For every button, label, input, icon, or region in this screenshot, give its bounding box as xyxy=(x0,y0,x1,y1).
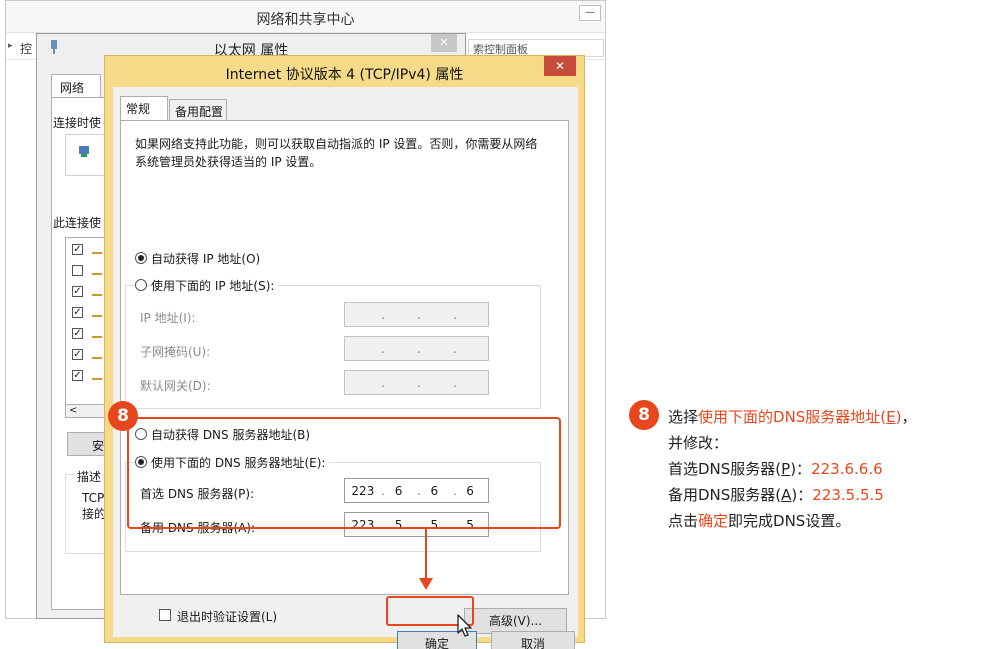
highlight-text: 使用下面的DNS服务器地址(E) xyxy=(698,408,902,426)
arrow-down-icon xyxy=(419,578,433,590)
component-checkbox[interactable]: ✓ xyxy=(72,244,83,255)
component-checkbox[interactable]: ✓ xyxy=(72,328,83,339)
octet-separator: . xyxy=(381,341,385,356)
install-button[interactable]: 安 xyxy=(67,432,107,456)
access-key: P xyxy=(781,460,791,478)
tab-alternate-config[interactable]: 备用配置 xyxy=(169,99,227,121)
chevron-right-icon[interactable]: ▸ xyxy=(8,41,13,51)
text-fragment: 选择 xyxy=(668,408,699,426)
items-list[interactable]: ✓ ✓ ✓ ✓ ✓ ✓ xyxy=(65,237,107,417)
default-gateway-label: 默认网关(D): xyxy=(140,379,211,393)
text-fragment: 点击 xyxy=(668,512,699,530)
window-title: 网络和共享中心 xyxy=(256,12,355,28)
octet-separator: . xyxy=(453,375,457,390)
list-item[interactable]: ✓ xyxy=(70,368,106,384)
validate-on-exit-checkbox[interactable] xyxy=(159,609,171,621)
access-key: E xyxy=(886,408,896,426)
mouse-pointer-icon xyxy=(457,614,472,637)
ip-auto-label: 自动获得 IP 地址(O) xyxy=(151,252,261,266)
text-fragment: )： xyxy=(791,486,813,504)
list-item[interactable]: ✓ xyxy=(70,326,106,342)
list-item[interactable]: ✓ xyxy=(70,347,106,363)
minimize-icon[interactable]: — xyxy=(579,5,601,21)
text-fragment: 使用下面的DNS服务器地址( xyxy=(698,408,887,426)
connect-using-label: 连接时使 xyxy=(53,116,102,130)
window-controls: — xyxy=(579,5,601,21)
instruction-line-5: 点击确定即完成DNS设置。 xyxy=(668,508,978,534)
text-fragment: 备用DNS服务器( xyxy=(668,486,782,504)
network-component-icon xyxy=(92,267,102,275)
network-card-icon xyxy=(79,146,89,157)
network-component-icon xyxy=(92,372,102,380)
instruction-line-3: 首选DNS服务器(P)：223.6.6.6 xyxy=(668,456,978,482)
list-item[interactable]: ✓ xyxy=(70,284,106,300)
subnet-mask-label: 子网掩码(U): xyxy=(140,345,211,359)
alternate-dns-value: 223.5.5.5 xyxy=(812,486,884,504)
dialog-title: Internet 协议版本 4 (TCP/IPv4) 属性 xyxy=(225,67,464,83)
default-gateway-field[interactable]: ... xyxy=(344,370,489,395)
horizontal-scrollbar[interactable]: < xyxy=(65,404,107,418)
ip-manual-radio[interactable] xyxy=(135,279,147,291)
instruction-line-4: 备用DNS服务器(A)：223.5.5.5 xyxy=(668,482,978,508)
validate-on-exit-label: 退出时验证设置(L) xyxy=(177,610,278,624)
intro-text: 如果网络支持此功能，则可以获取自动指派的 IP 设置。否则，你需要从网络系统管理… xyxy=(135,137,538,169)
access-key: A xyxy=(781,486,792,504)
network-component-icon xyxy=(92,351,102,359)
network-component-icon xyxy=(92,246,102,254)
items-list-label: 此连接使 xyxy=(53,216,102,230)
dialog-body: 常规 备用配置 如果网络支持此功能，则可以获取自动指派的 IP 设置。否则，你需… xyxy=(113,87,578,649)
arrow-line xyxy=(425,529,427,581)
text-fragment: )： xyxy=(790,460,812,478)
octet-separator: . xyxy=(417,341,421,356)
network-component-icon xyxy=(92,309,102,317)
octet-separator: . xyxy=(417,307,421,322)
instruction-text: 选择使用下面的DNS服务器地址(E)， 并修改： 首选DNS服务器(P)：223… xyxy=(668,404,978,534)
component-checkbox[interactable]: ✓ xyxy=(72,307,83,318)
preferred-dns-value: 223.6.6.6 xyxy=(811,460,883,478)
tab-network[interactable]: 网络 xyxy=(51,74,101,98)
octet-separator: . xyxy=(381,375,385,390)
ip-address-label: IP 地址(I): xyxy=(140,311,196,325)
component-checkbox[interactable]: ✓ xyxy=(72,370,83,381)
octet-separator: . xyxy=(417,375,421,390)
network-component-icon xyxy=(92,330,102,338)
ip-address-field[interactable]: ... xyxy=(344,302,489,327)
breadcrumb[interactable]: 控 xyxy=(20,40,32,57)
step-badge-side: 8 xyxy=(629,400,659,430)
step-badge: 8 xyxy=(108,401,138,431)
ipv4-properties-dialog: Internet 协议版本 4 (TCP/IPv4) 属性 ✕ 常规 备用配置 … xyxy=(104,55,585,649)
network-component-icon xyxy=(92,288,102,296)
subnet-mask-field[interactable]: ... xyxy=(344,336,489,361)
instruction-line-2: 并修改： xyxy=(668,434,729,452)
component-checkbox[interactable]: ✓ xyxy=(72,286,83,297)
list-item[interactable]: ✓ xyxy=(70,242,106,258)
octet-separator: . xyxy=(453,341,457,356)
octet-separator: . xyxy=(381,307,385,322)
text-fragment: 即完成DNS设置。 xyxy=(728,512,851,530)
description-legend: 描述 xyxy=(75,468,104,485)
adapter-box xyxy=(65,134,105,176)
text-fragment: ， xyxy=(901,408,917,426)
dns-highlight-box xyxy=(127,417,561,529)
cancel-button[interactable]: 取消 xyxy=(491,631,575,649)
close-icon[interactable]: ✕ xyxy=(544,56,576,76)
ip-manual-label: 使用下面的 IP 地址(S): xyxy=(151,277,279,294)
list-item[interactable] xyxy=(70,263,106,279)
component-checkbox[interactable]: ✓ xyxy=(72,349,83,360)
octet-separator: . xyxy=(453,307,457,322)
tab-general[interactable]: 常规 xyxy=(120,96,168,120)
close-icon[interactable]: ✕ xyxy=(431,34,457,52)
ip-auto-radio[interactable] xyxy=(135,252,147,264)
window-titlebar: 网络和共享中心 — xyxy=(6,1,605,33)
highlight-text: 确定 xyxy=(698,512,729,530)
description-text: TCP/接的 xyxy=(82,491,106,521)
text-fragment: 首选DNS服务器( xyxy=(668,460,782,478)
list-item[interactable]: ✓ xyxy=(70,305,106,321)
instruction-line-1: 选择使用下面的DNS服务器地址(E)， xyxy=(668,404,978,430)
component-checkbox[interactable] xyxy=(72,265,83,276)
